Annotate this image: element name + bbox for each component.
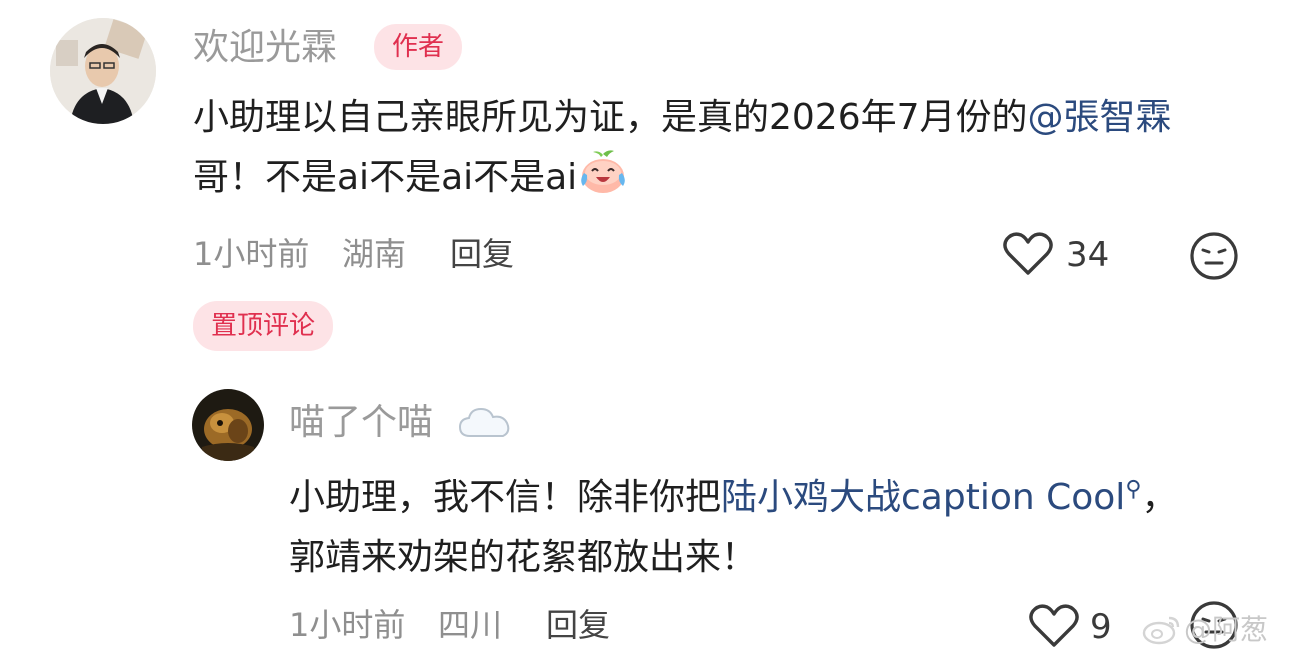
topic-link-text: 陆小鸡大战caption Cool — [721, 477, 1126, 518]
comment-item-1: 欢迎光霖 作者 小助理以自己亲眼所见为证，是真的2026年7月份的@張智霖 哥！… — [0, 0, 1290, 300]
comment-location: 四川 — [438, 606, 503, 644]
reply-button[interactable]: 回复 — [546, 605, 610, 645]
like-count: 9 — [1090, 607, 1112, 647]
username[interactable]: 喵了个喵 — [289, 401, 433, 445]
dislike-face-icon[interactable] — [1189, 231, 1239, 281]
comment-text: 小助理以自己亲眼所见为证，是真的2026年7月份的 — [193, 97, 1028, 138]
reply-button[interactable]: 回复 — [450, 234, 514, 274]
avatar[interactable] — [50, 18, 156, 124]
search-icon: ⚲ — [1125, 477, 1142, 502]
comment-text-after: 哥！不是ai不是ai不是ai — [193, 157, 578, 198]
crying-laughing-peach-emoji — [577, 149, 629, 214]
heart-icon[interactable] — [1002, 231, 1054, 277]
watermark: @阿葱 — [1184, 613, 1269, 646]
comment-time: 1小时前 — [289, 606, 406, 644]
avatar[interactable] — [192, 389, 264, 461]
username[interactable]: 欢迎光霖 — [193, 26, 337, 70]
comment-location: 湖南 — [342, 235, 407, 273]
weibo-logo-icon — [1142, 612, 1182, 646]
comment-item-2: 喵了个喵 小助理，我不信！除非你把陆小鸡大战caption Cool⚲，郭靖来劝… — [0, 360, 1290, 666]
avatar-photo — [50, 18, 156, 124]
like-count: 34 — [1066, 235, 1110, 275]
comment-content: 小助理以自己亲眼所见为证，是真的2026年7月份的@張智霖 哥！不是ai不是ai… — [193, 88, 1243, 214]
comment-text: 小助理，我不信！除非你把 — [289, 477, 722, 518]
comment-content: 小助理，我不信！除非你把陆小鸡大战caption Cool⚲，郭靖来劝架的花絮都… — [289, 460, 1189, 588]
mention-link[interactable]: @張智霖 — [1028, 97, 1172, 138]
topic-link[interactable]: 陆小鸡大战caption Cool⚲ — [721, 477, 1141, 518]
comment-time: 1小时前 — [193, 235, 310, 273]
cloud-icon — [458, 404, 512, 440]
pinned-badge: 置顶评论 — [193, 301, 334, 351]
author-badge: 作者 — [374, 24, 463, 70]
heart-icon[interactable] — [1028, 603, 1080, 649]
avatar-photo — [192, 389, 264, 461]
